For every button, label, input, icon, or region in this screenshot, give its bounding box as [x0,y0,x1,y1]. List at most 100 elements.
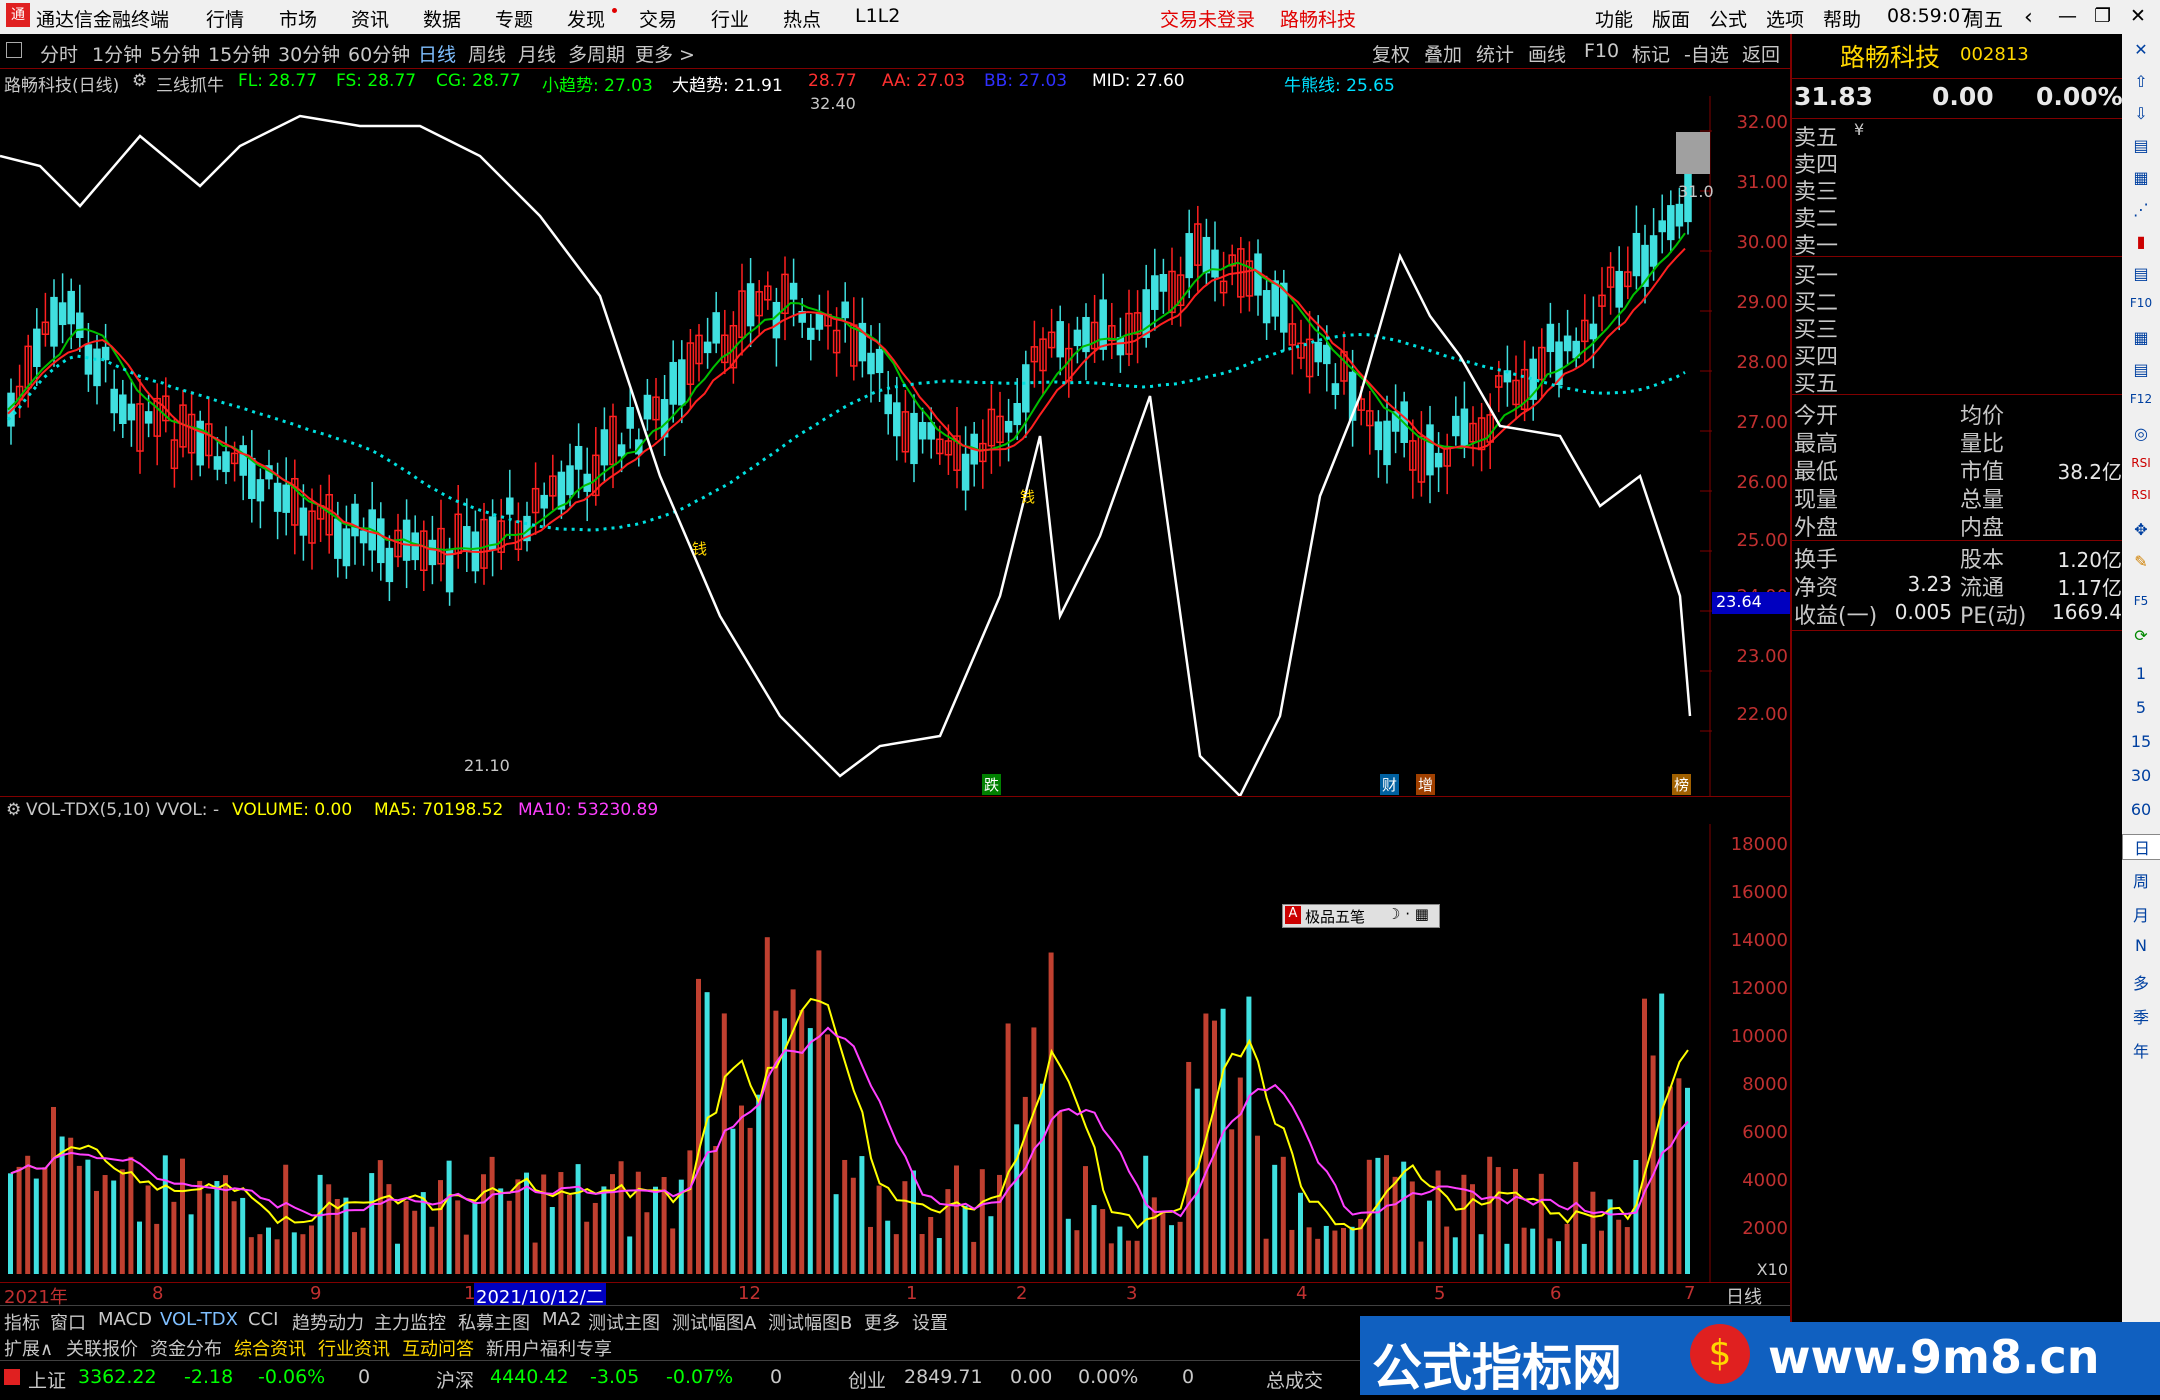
period-week[interactable]: 周 [2122,868,2160,892]
down-arrow-icon[interactable]: ⇩ [2122,104,2160,123]
menu-banmian[interactable]: 版面 [1652,5,1690,32]
period-5min[interactable]: 5分钟 [150,40,200,67]
sh-name[interactable]: 上证 [28,1366,66,1393]
period-monthly[interactable]: 月线 [518,40,556,67]
marker-die[interactable]: 跌 [982,774,1002,795]
close-panel-icon[interactable]: ✕ [2122,40,2160,59]
menu-l1l2[interactable]: L1L2 [855,5,900,27]
btn-fanhui[interactable]: 返回 [1742,40,1780,67]
period-60min[interactable]: 60分钟 [348,40,410,67]
close-icon[interactable]: ✕ [2130,5,2146,27]
btn-huaxian[interactable]: 画线 [1528,40,1566,67]
period-daily[interactable]: 日线 [418,40,456,67]
menu-hangye[interactable]: 行业 [711,5,749,32]
period-fenshi[interactable]: 分时 [40,40,78,67]
marker-cai[interactable]: 财 [1380,774,1400,795]
refresh-icon[interactable]: ⟳ [2122,626,2160,645]
volume-chart[interactable] [0,824,1790,1282]
f10-icon[interactable]: F10 [2122,296,2160,310]
list-icon[interactable]: ▤ [2122,136,2160,155]
tab-ma2[interactable]: MA2 [542,1309,581,1330]
period-year[interactable]: 年 [2122,1038,2160,1062]
period-1min[interactable]: 1分钟 [92,40,142,67]
tab-industry-news[interactable]: 行业资讯 [318,1335,390,1361]
up-arrow-icon[interactable]: ⇧ [2122,72,2160,91]
menu-jiaoyi[interactable]: 交易 [639,5,677,32]
cy-name[interactable]: 创业 [848,1366,886,1393]
menu-zhuanti[interactable]: 专题 [495,5,533,32]
tab-fund-dist[interactable]: 资金分布 [150,1335,222,1361]
period-30min[interactable]: 30分钟 [278,40,340,67]
marker-bang[interactable]: 榜 [1672,774,1692,795]
btn-zixuan[interactable]: -自选 [1684,40,1729,67]
window-toggle-icon[interactable] [6,42,22,58]
period-15min[interactable]: 15分钟 [208,40,270,67]
btn-f10[interactable]: F10 [1584,40,1619,62]
period-more[interactable]: 更多 > [635,40,695,67]
tab-qa[interactable]: 互动问答 [402,1335,474,1361]
volume-gear-icon[interactable]: ⚙ [6,800,21,820]
menu-gongshi[interactable]: 公式 [1709,5,1747,32]
tab-related-quotes[interactable]: 关联报价 [66,1335,138,1361]
f5-icon[interactable]: F5 [2122,594,2160,608]
menu-gongneng[interactable]: 功能 [1595,5,1633,32]
menu-shuju[interactable]: 数据 [423,5,461,32]
btn-tongji[interactable]: 统计 [1476,40,1514,67]
candlestick-chart[interactable] [0,96,1790,796]
chart-icon[interactable]: ▤ [2122,360,2160,379]
ime-moon-icon[interactable]: ☽ · ▦ [1387,905,1429,923]
period-multi-side[interactable]: 多 [2122,970,2160,994]
tab-general-news[interactable]: 综合资讯 [234,1335,306,1361]
rsi2-icon[interactable]: RSI [2122,488,2160,502]
pane-divider[interactable] [0,796,1790,797]
target-icon[interactable]: ◎ [2122,424,2160,443]
rsi-icon[interactable]: RSI [2122,456,2160,470]
tab-macd[interactable]: MACD [98,1309,152,1330]
line-chart-icon[interactable]: ⋰ [2122,200,2160,219]
menu-xuanxiang[interactable]: 选项 [1766,5,1804,32]
period-day[interactable]: 日 [2122,834,2160,860]
marker-zeng[interactable]: 增 [1416,774,1436,795]
move-icon[interactable]: ✥ [2122,520,2160,539]
period-multi[interactable]: 多周期 [568,40,625,67]
back-arrow-icon[interactable]: ‹ [2024,5,2033,30]
btn-diejia[interactable]: 叠加 [1424,40,1462,67]
period-15[interactable]: 15 [2122,732,2160,751]
grid-icon[interactable]: ▦ [2122,168,2160,187]
period-30[interactable]: 30 [2122,766,2160,785]
btn-biaoji[interactable]: 标记 [1632,40,1670,67]
restore-icon[interactable]: ❐ [2094,5,2111,27]
tab-cci[interactable]: CCI [248,1309,278,1330]
menu-shichang[interactable]: 市场 [279,5,317,32]
menu-zixun[interactable]: 资讯 [351,5,389,32]
menu-faxian[interactable]: 发现 [567,5,605,32]
tab-expand[interactable]: 扩展∧ [4,1335,53,1361]
indicator-name[interactable]: 三线抓牛 [156,71,224,96]
tab-new-user[interactable]: 新用户福利专享 [486,1335,612,1361]
pencil-icon[interactable]: ✎ [2122,552,2160,571]
period-1[interactable]: 1 [2122,664,2160,683]
table-icon[interactable]: ▦ [2122,328,2160,347]
f12-icon[interactable]: F12 [2122,392,2160,406]
input-method-bar[interactable]: A 极品五笔 ☽ · ▦ [1282,904,1440,928]
hs-name[interactable]: 沪深 [436,1366,474,1393]
period-5[interactable]: 5 [2122,698,2160,717]
btn-fuquan[interactable]: 复权 [1372,40,1410,67]
kline-icon[interactable]: ▮ [2122,232,2160,251]
login-status[interactable]: 交易未登录 [1160,5,1255,32]
tab-vol-tdx[interactable]: VOL-TDX [160,1309,238,1330]
minimize-icon[interactable]: — [2058,5,2077,27]
period-weekly[interactable]: 周线 [468,40,506,67]
menu-bangzhu[interactable]: 帮助 [1823,5,1861,32]
period-quarter[interactable]: 季 [2122,1004,2160,1028]
volume-title[interactable]: VOL-TDX(5,10) [26,800,151,820]
period-60[interactable]: 60 [2122,800,2160,819]
indicator-gear-icon[interactable]: ⚙ [132,71,147,91]
title-bar: 通 通达信金融终端 行情 市场 资讯 数据 专题 发现 交易 行业 热点 L1L… [0,0,2160,34]
menu-redian[interactable]: 热点 [783,5,821,32]
period-n[interactable]: N [2122,936,2160,955]
report-icon[interactable]: ▤ [2122,264,2160,283]
total-turnover[interactable]: 总成交 [1266,1366,1323,1393]
menu-hangqing[interactable]: 行情 [206,5,244,32]
period-month[interactable]: 月 [2122,902,2160,926]
